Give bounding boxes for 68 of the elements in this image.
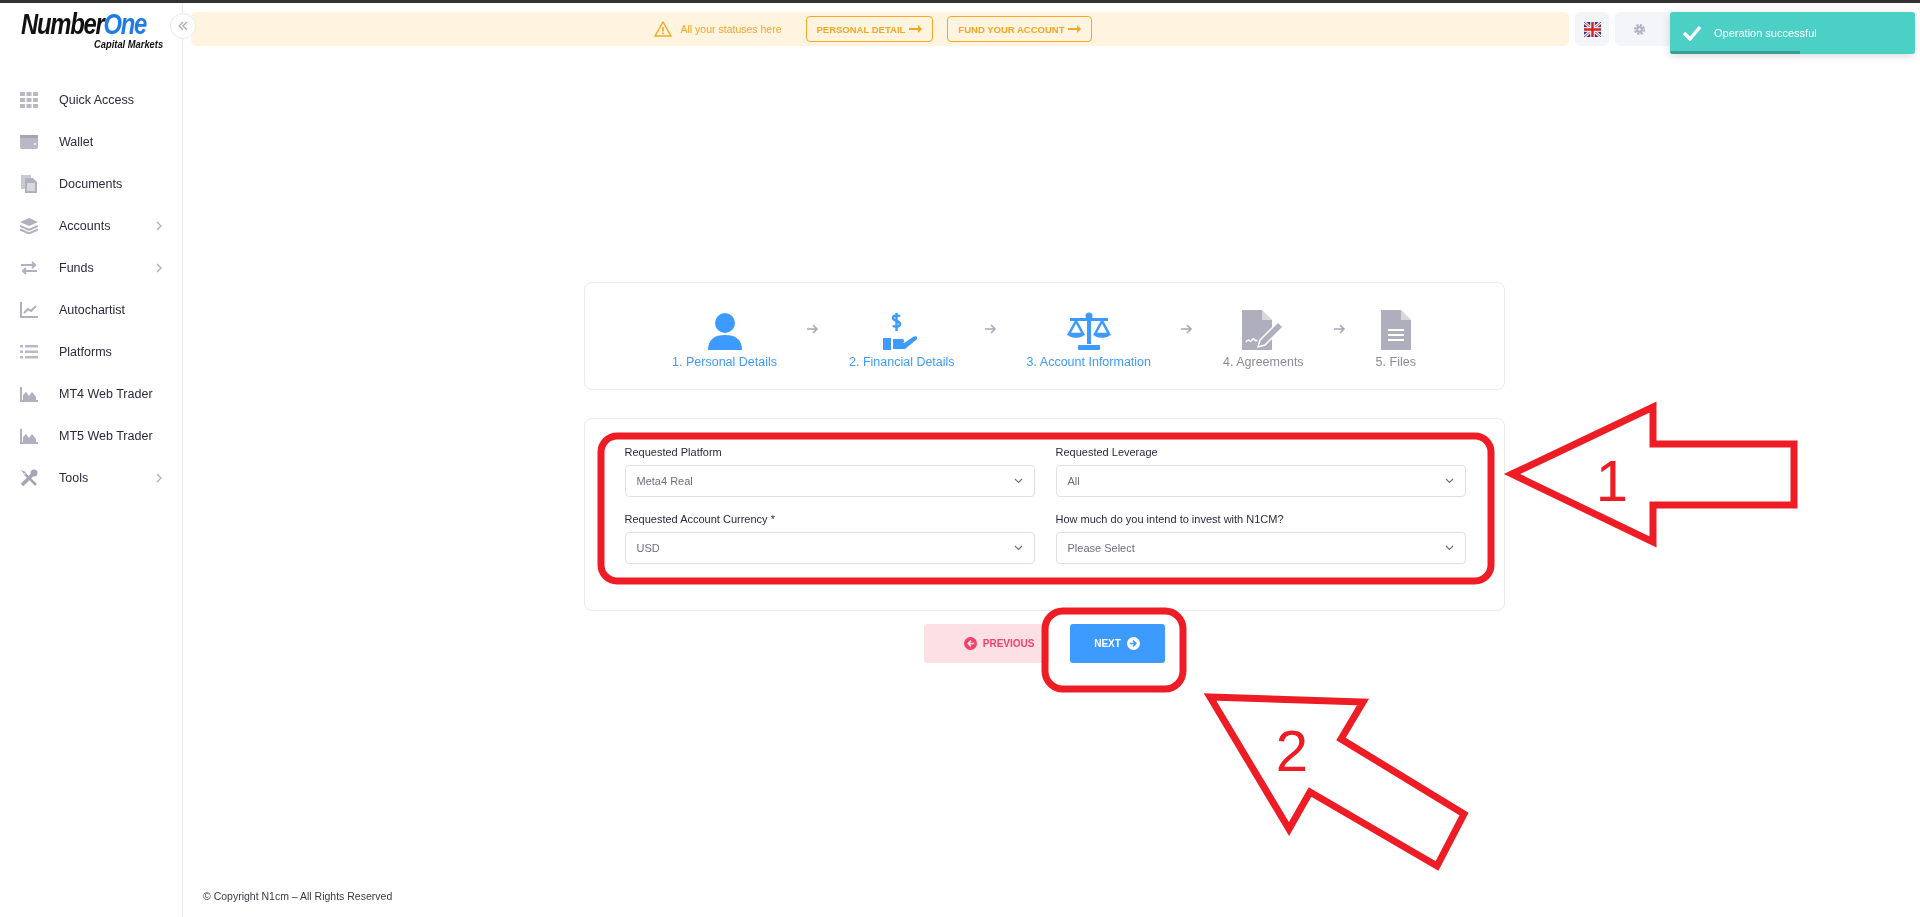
arrow-right-icon: [1333, 324, 1346, 334]
sidebar-item[interactable]: MT4 Web Trader: [0, 373, 182, 415]
collapse-sidebar-button[interactable]: [170, 13, 196, 39]
double-chevron-left-icon: [178, 21, 188, 31]
wallet-icon: [20, 134, 38, 150]
sidebar-item[interactable]: Funds: [0, 247, 182, 289]
checkmark-icon: [1682, 25, 1702, 41]
documents-icon: [21, 175, 37, 193]
chevron-down-icon: [1013, 478, 1023, 484]
wizard-step[interactable]: 1. Personal Details: [668, 307, 781, 369]
transfer-arrows-icon: [20, 261, 38, 275]
logo-wordmark: NumberOne: [21, 9, 147, 39]
next-button[interactable]: NEXT: [1069, 624, 1165, 663]
sidebar-item[interactable]: MT5 Web Trader: [0, 415, 182, 457]
sidebar-item[interactable]: Wallet: [0, 121, 182, 163]
chevron-down-icon: [1444, 545, 1454, 551]
select-field[interactable]: All: [1055, 465, 1466, 497]
signed-document-icon: [1242, 309, 1285, 350]
line-chart-icon: [20, 302, 38, 318]
select-field[interactable]: Meta4 Real: [624, 465, 1035, 497]
wizard-step[interactable]: 2. Financial Details: [845, 307, 959, 369]
list-icon: [20, 345, 38, 359]
field-label: Requested Account Currency *: [624, 513, 776, 525]
wizard-step[interactable]: 3. Account Information: [1022, 307, 1155, 369]
area-chart-icon: [20, 428, 38, 444]
settings-button[interactable]: [1615, 12, 1673, 46]
field-label: Requested Platform: [624, 446, 723, 458]
wizard-step[interactable]: 4. Agreements: [1219, 307, 1308, 369]
arrow-right-icon: [807, 324, 819, 334]
callout-number: 2: [1275, 718, 1309, 783]
warning-icon: [653, 21, 672, 37]
wizard-step[interactable]: 5. Files: [1371, 307, 1420, 369]
sidebar-item[interactable]: Platforms: [0, 331, 182, 373]
sidebar-item[interactable]: Accounts: [0, 205, 182, 247]
scales-icon: [1066, 311, 1111, 350]
area-chart-icon: [20, 386, 38, 402]
grid-icon: [20, 92, 38, 108]
flag-icon: [1583, 21, 1601, 37]
language-button[interactable]: [1575, 12, 1609, 46]
arrow-right-icon: [1068, 25, 1082, 33]
chevron-right-icon: [156, 473, 162, 483]
arrow-left-circle-icon: [963, 637, 977, 650]
toast-message: Operation successful: [1714, 27, 1817, 39]
layers-icon: [20, 218, 38, 234]
arrow-right-icon: [984, 324, 997, 334]
person-icon: [705, 311, 744, 350]
document-icon: [1380, 309, 1411, 350]
callout-number: 1: [1595, 448, 1629, 513]
sidebar-item[interactable]: Documents: [0, 163, 182, 205]
field-label: How much do you intend to invest with N1CM?: [1055, 513, 1285, 525]
tools-icon: [20, 469, 38, 487]
chevron-right-icon: [156, 263, 162, 273]
copyright-text: © Copyright N1cm – All Rights Reserved: [202, 890, 394, 904]
arrow-right-icon: [909, 25, 923, 33]
status-message: All your statuses here: [680, 23, 782, 35]
select-field[interactable]: Please Select: [1055, 532, 1466, 564]
select-field[interactable]: USD: [624, 532, 1035, 564]
arrow-right-circle-icon: [1126, 637, 1140, 650]
field-label: Requested Leverage: [1055, 446, 1159, 458]
chevron-down-icon: [1444, 478, 1454, 484]
sidebar-item[interactable]: Tools: [0, 457, 182, 499]
sidebar-item[interactable]: Quick Access: [0, 79, 182, 121]
settings-icon: [1633, 22, 1646, 36]
sidebar-item[interactable]: Autochartist: [0, 289, 182, 331]
chevron-right-icon: [156, 221, 162, 231]
logo-tagline: Capital Markets: [94, 38, 164, 50]
arrow-right-icon: [1181, 324, 1193, 334]
chevron-down-icon: [1013, 545, 1023, 551]
